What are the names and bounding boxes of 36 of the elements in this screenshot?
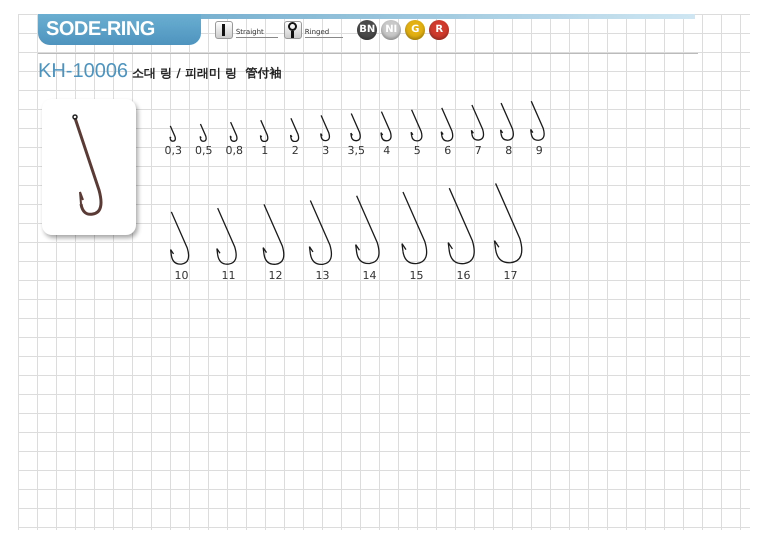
hook-drawing <box>198 123 209 142</box>
hook-size-label: 8 <box>505 144 512 158</box>
hook-drawing <box>318 114 333 142</box>
hook-size-label: 3,5 <box>348 144 365 158</box>
hook-drawing <box>258 118 271 142</box>
hook-size-label: 5 <box>414 144 421 158</box>
hook-size-label: 4 <box>383 144 390 158</box>
finish-badge: G <box>405 20 426 40</box>
hook-size-label: 11 <box>222 269 236 282</box>
hook-size-label: 2 <box>292 144 299 158</box>
hook-size-label: 13 <box>316 269 330 282</box>
hook-size-label: 0,5 <box>195 144 212 158</box>
hook-size-label: 0,3 <box>164 144 182 158</box>
hook-size-label: 12 <box>268 269 282 282</box>
product-code: KH-10006 <box>38 60 128 83</box>
hook-drawing <box>288 116 302 142</box>
hook-size-label: 16 <box>456 269 470 282</box>
ring-eye-icon <box>284 20 302 38</box>
hook-size-label: 10 <box>174 269 188 282</box>
hook-size-label: 9 <box>536 144 543 158</box>
hook-drawing <box>228 121 240 142</box>
hook-size-label: 7 <box>474 144 482 158</box>
finish-badge: R <box>429 20 450 40</box>
hook-size-label: 6 <box>444 144 452 158</box>
series-title: SODE-RING <box>38 14 201 45</box>
straight-shank-icon <box>214 20 233 38</box>
hook-drawing <box>348 112 364 142</box>
hook-size-label: 3 <box>322 144 330 158</box>
hook-size-label: 0,8 <box>226 144 243 158</box>
hook-size-label: 15 <box>410 269 424 282</box>
hook-drawing <box>169 125 178 142</box>
finish-badge: BN <box>357 20 378 40</box>
hook-size-label: 1 <box>261 144 268 158</box>
hook-size-label: 14 <box>362 269 376 282</box>
hook-size-label: 17 <box>504 269 518 282</box>
product-name: 소대 링 / 피래미 링 管付袖 <box>132 65 282 82</box>
